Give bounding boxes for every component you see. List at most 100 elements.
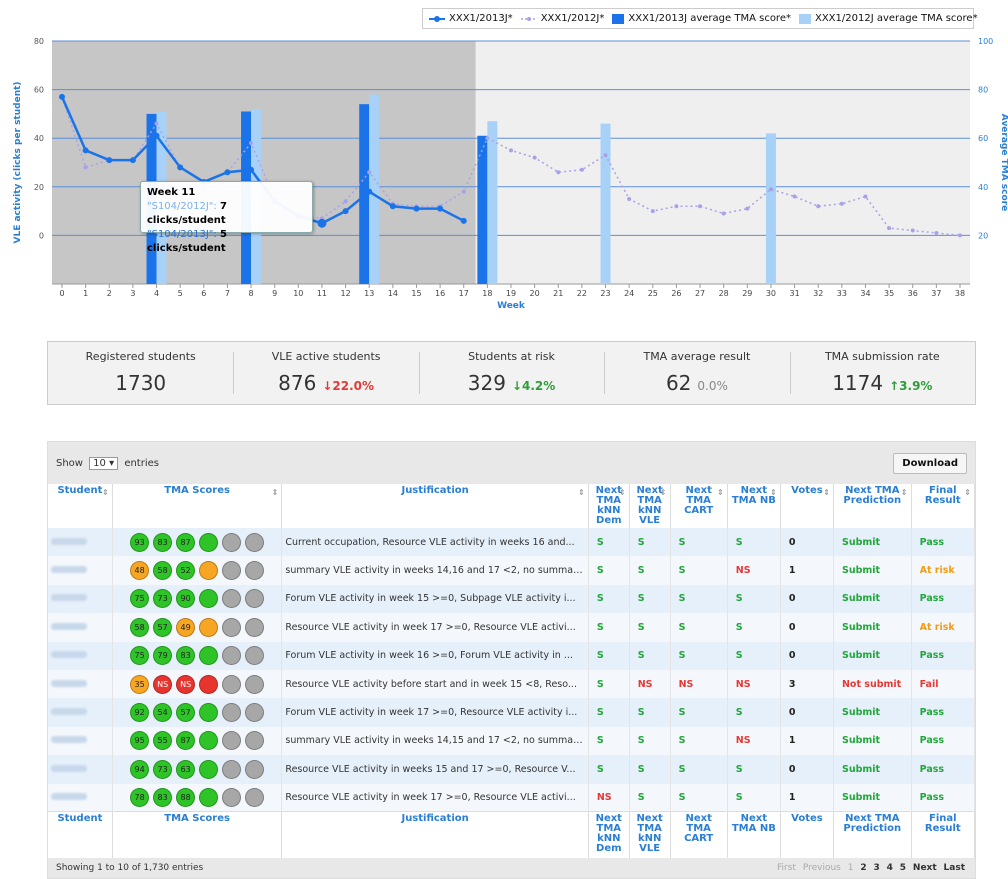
x-tick-label: 3 bbox=[130, 289, 135, 298]
legend-item-2012-line[interactable]: XXX1/2012J* bbox=[520, 13, 605, 24]
table-row[interactable]: 93 83 87 Current occupation, Resource VLE a… bbox=[48, 528, 976, 557]
point-2012-week-21 bbox=[556, 170, 561, 175]
chart-legend[interactable]: XXX1/2013J* XXX1/2012J* XXX1/2013J avera… bbox=[422, 8, 978, 29]
column-header-votes[interactable]: Votes bbox=[780, 484, 834, 528]
column-header-nb[interactable]: Next TMA NB bbox=[727, 484, 781, 528]
tma-score-dot: 83 bbox=[153, 532, 173, 552]
entries-label: entries bbox=[124, 457, 159, 469]
tma-score-dot bbox=[199, 703, 219, 723]
legend-item-2012-bar[interactable]: XXX1/2012J average TMA score* bbox=[798, 13, 978, 24]
prediction-cell: S bbox=[588, 641, 630, 670]
pager-page-5[interactable]: 5 bbox=[900, 863, 906, 873]
column-header-knn-vle[interactable]: Next TMA kNN VLE bbox=[629, 484, 671, 528]
prediction-cell: S bbox=[727, 584, 781, 614]
tma-score-dot bbox=[222, 703, 242, 723]
stat-change: ↓22.0% bbox=[322, 379, 375, 393]
tma-score-dot: 52 bbox=[176, 561, 196, 581]
tma-scores-cell: 35 NS NS bbox=[112, 669, 283, 699]
table-row[interactable]: 75 73 90 Forum VLE activity in week 15 >=0,… bbox=[48, 584, 976, 614]
tma-score-dot: NS bbox=[153, 674, 173, 694]
column-footer-tma-scores: TMA Scores bbox=[112, 811, 283, 858]
point-2012-week-12 bbox=[343, 199, 348, 204]
stat-vle-active-students: VLE active students 876 ↓22.0% bbox=[233, 342, 418, 404]
download-button[interactable]: Download bbox=[893, 452, 967, 474]
next-prediction-cell: Submit bbox=[833, 783, 912, 812]
entries-select[interactable]: 10 ▾ bbox=[89, 456, 119, 470]
pager-page-1[interactable]: 1 bbox=[848, 863, 854, 873]
point-2012-week-26 bbox=[674, 204, 679, 209]
column-header-prediction[interactable]: Next TMA Prediction bbox=[833, 484, 912, 528]
table-row[interactable]: 35 NS NS Resource VLE activity before start… bbox=[48, 669, 976, 699]
dotted-line-marker-icon bbox=[520, 16, 537, 21]
vle-activity-chart: 020406080204060801000 1 2 3 4 5 6 7 8 9 10 11 12 13 14… bbox=[13, 37, 1008, 311]
next-prediction-cell: Not submit bbox=[833, 669, 912, 699]
dark-bar-swatch-icon bbox=[612, 13, 625, 24]
table-row[interactable]: 75 79 83 Forum VLE activity in week 16 >=0,… bbox=[48, 641, 976, 670]
x-tick-label: 38 bbox=[955, 289, 965, 298]
point-2012-week-27 bbox=[698, 204, 703, 209]
x-tick-label: 37 bbox=[931, 289, 941, 298]
pager-first[interactable]: First bbox=[777, 863, 796, 873]
pager-page-2[interactable]: 2 bbox=[860, 863, 866, 873]
tma-score-dot: 57 bbox=[176, 703, 196, 723]
tma-score-dot bbox=[245, 561, 265, 581]
legend-item-2013-line[interactable]: XXX1/2013J* bbox=[429, 13, 513, 24]
table-row[interactable]: 95 55 87 summary VLE activity in weeks 14,1… bbox=[48, 726, 976, 756]
tma-score-dot: 54 bbox=[153, 703, 173, 723]
table-row[interactable]: 58 57 49 Resource VLE activity in week 17 >… bbox=[48, 613, 976, 642]
point-2012-week-30 bbox=[768, 187, 773, 192]
tma-score-dot bbox=[245, 617, 265, 637]
next-prediction-cell: Submit bbox=[833, 556, 912, 585]
pager-page-3[interactable]: 3 bbox=[873, 863, 879, 873]
tma-score-dot bbox=[245, 731, 265, 751]
tma-score-dot bbox=[199, 674, 219, 694]
column-header-student[interactable]: Student bbox=[48, 484, 113, 528]
table-row[interactable]: 78 83 88 Resource VLE activity in week 17 >… bbox=[48, 783, 976, 812]
tma-score-dot bbox=[222, 759, 242, 779]
tma-scores-cell: 95 55 87 bbox=[112, 726, 283, 756]
x-tick-label: 6 bbox=[201, 289, 206, 298]
pager-page-4[interactable]: 4 bbox=[887, 863, 893, 873]
table-row[interactable]: 48 58 52 summary VLE activity in weeks 14,1… bbox=[48, 556, 976, 585]
column-header-final-result[interactable]: Final Result bbox=[911, 484, 976, 528]
point-2012-week-37 bbox=[934, 230, 939, 235]
prediction-cell: S bbox=[588, 726, 630, 756]
tma-score-dot bbox=[245, 703, 265, 723]
point-2012-week-18 bbox=[485, 136, 490, 141]
column-header-tma-scores[interactable]: TMA Scores bbox=[112, 484, 283, 528]
table-row[interactable]: 92 54 57 Forum VLE activity in week 17 >=0,… bbox=[48, 698, 976, 727]
x-tick-label: 25 bbox=[648, 289, 658, 298]
arrow-up-icon: ↑ bbox=[889, 379, 900, 393]
tma-score-dot bbox=[199, 589, 219, 609]
pager-next[interactable]: Next bbox=[913, 863, 937, 873]
student-id-redacted bbox=[48, 528, 113, 557]
point-2013-week-16 bbox=[437, 205, 444, 212]
legend-label-2013-bar: XXX1/2013J average TMA score* bbox=[628, 13, 791, 24]
x-tick-label: 26 bbox=[671, 289, 681, 298]
student-id-redacted bbox=[48, 584, 113, 614]
tooltip-series-2012: "S104/2012J": bbox=[147, 201, 217, 212]
column-header-knn-dem[interactable]: Next TMA kNN Dem bbox=[588, 484, 630, 528]
point-2012-week-22 bbox=[579, 167, 584, 172]
column-header-justification[interactable]: Justification bbox=[281, 484, 589, 528]
x-tick-label: 31 bbox=[789, 289, 799, 298]
pager-last[interactable]: Last bbox=[944, 863, 965, 873]
x-tick-label: 34 bbox=[860, 289, 870, 298]
tma-score-dot bbox=[245, 532, 265, 552]
tma-scores-cell: 94 73 63 bbox=[112, 755, 283, 784]
column-header-cart[interactable]: Next TMA CART bbox=[670, 484, 728, 528]
x-tick-label: 32 bbox=[813, 289, 823, 298]
final-result-cell: Fail bbox=[911, 669, 976, 699]
tma-scores-cell: 48 58 52 bbox=[112, 556, 283, 585]
stat-tma-submission-rate: TMA submission rate 1174 ↑3.9% bbox=[789, 342, 975, 404]
column-footer-knn-vle: Next TMA kNN VLE bbox=[629, 811, 671, 858]
pager-previous[interactable]: Previous bbox=[803, 863, 841, 873]
tma-scores-cell: 92 54 57 bbox=[112, 698, 283, 727]
legend-item-2013-bar[interactable]: XXX1/2013J average TMA score* bbox=[612, 13, 791, 24]
legend-label-2012-line: XXX1/2012J* bbox=[540, 13, 605, 24]
column-footer-cart: Next TMA CART bbox=[670, 811, 728, 858]
pagination: First Previous 1 2 3 4 5 Next Last bbox=[775, 863, 967, 873]
tooltip-title: Week 11 bbox=[147, 187, 196, 198]
table-row[interactable]: 94 73 63 Resource VLE activity in weeks 15 … bbox=[48, 755, 976, 784]
stat-value: 876 bbox=[278, 371, 317, 395]
